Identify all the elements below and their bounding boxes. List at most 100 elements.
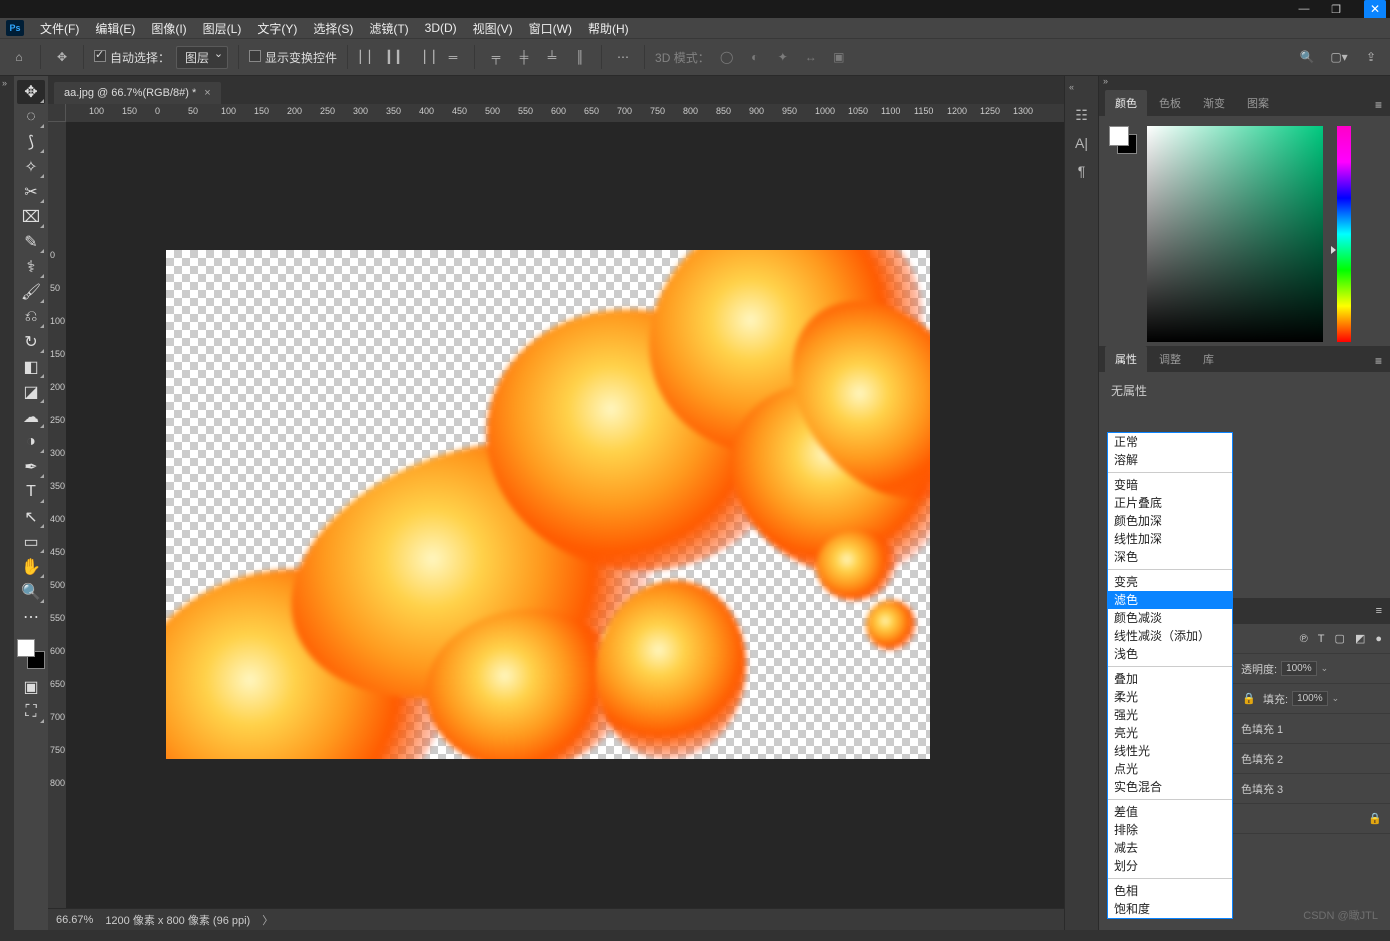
- align-top-icon[interactable]: ╤: [485, 46, 507, 68]
- align-bottom-icon[interactable]: ╧: [541, 46, 563, 68]
- align-vcenter-icon[interactable]: ╪: [513, 46, 535, 68]
- blend-mode-option[interactable]: 划分: [1108, 857, 1232, 875]
- hand-tool[interactable]: ✋: [17, 555, 45, 579]
- blend-mode-option[interactable]: 减去: [1108, 839, 1232, 857]
- filter-shape-icon[interactable]: ▢: [1335, 632, 1345, 645]
- filter-smart-icon[interactable]: ◩: [1355, 632, 1365, 645]
- blend-mode-option[interactable]: 色相: [1108, 882, 1232, 900]
- collapse-dock-icon[interactable]: «: [1069, 82, 1074, 92]
- blend-mode-option[interactable]: 柔光: [1108, 688, 1232, 706]
- eraser-tool[interactable]: ◧: [17, 355, 45, 379]
- blend-mode-option[interactable]: 变亮: [1108, 573, 1232, 591]
- blend-mode-option[interactable]: 正常: [1108, 433, 1232, 451]
- hue-slider[interactable]: [1337, 126, 1351, 342]
- blend-mode-option[interactable]: 差值: [1108, 803, 1232, 821]
- history-panel-icon[interactable]: ☷: [1072, 106, 1092, 124]
- move-tool-icon[interactable]: ✥: [51, 46, 73, 68]
- foreground-color[interactable]: [17, 639, 35, 657]
- clone-stamp-tool[interactable]: ⎌: [17, 305, 45, 329]
- frame-tool[interactable]: ⌧: [17, 205, 45, 229]
- magic-wand-tool[interactable]: ✧: [17, 155, 45, 179]
- screen-mode-tool[interactable]: ⛶: [17, 700, 45, 724]
- ruler-vertical[interactable]: 0501001502002503003504004505005506006507…: [48, 122, 66, 908]
- layer-row[interactable]: 色填充 1: [1233, 714, 1390, 744]
- tab-color[interactable]: 颜色: [1105, 90, 1147, 116]
- align-hcenter-icon[interactable]: ▎▎: [386, 46, 408, 68]
- layer-row[interactable]: 色填充 3: [1233, 774, 1390, 804]
- blend-mode-dropdown[interactable]: 正常溶解变暗正片叠底颜色加深线性加深深色变亮滤色颜色减淡线性减淡（添加）浅色叠加…: [1107, 432, 1233, 919]
- align-spread-icon[interactable]: ═: [442, 46, 464, 68]
- lock-all-icon[interactable]: 🔒: [1241, 692, 1257, 705]
- menu-file[interactable]: 文件(F): [32, 18, 87, 39]
- menu-filter[interactable]: 滤镜(T): [361, 18, 416, 39]
- auto-select-checkbox[interactable]: 自动选择：: [94, 49, 170, 66]
- blend-mode-option[interactable]: 溶解: [1108, 451, 1232, 469]
- path-select-tool[interactable]: ↖: [17, 505, 45, 529]
- panel-foreground-color[interactable]: [1109, 126, 1129, 146]
- menu-edit[interactable]: 编辑(E): [87, 18, 143, 39]
- blend-mode-option[interactable]: 饱和度: [1108, 900, 1232, 918]
- brush-tool[interactable]: 🖌: [17, 280, 45, 304]
- document-tab[interactable]: aa.jpg @ 66.7%(RGB/8#) * ×: [54, 82, 221, 104]
- menu-window[interactable]: 窗口(W): [521, 18, 580, 39]
- blend-mode-option[interactable]: 线性减淡（添加）: [1108, 627, 1232, 645]
- eyedropper-tool[interactable]: ✎: [17, 230, 45, 254]
- filter-text-icon[interactable]: T: [1318, 633, 1325, 645]
- close-tab-icon[interactable]: ×: [204, 87, 210, 99]
- marquee-tool[interactable]: ◌: [17, 105, 45, 129]
- expand-toolbar-icon[interactable]: »: [2, 78, 7, 88]
- filter-toggle-icon[interactable]: ●: [1375, 633, 1382, 645]
- ruler-horizontal[interactable]: 5010015005010015020025030035040045050055…: [66, 104, 1064, 122]
- window-maximize[interactable]: ❐: [1326, 2, 1346, 16]
- share-icon[interactable]: ⇪: [1360, 46, 1382, 68]
- swatch-swap[interactable]: [17, 634, 45, 674]
- tab-swatches[interactable]: 色板: [1149, 90, 1191, 116]
- distribute-icon[interactable]: ║: [569, 46, 591, 68]
- panel-menu-icon[interactable]: ≡: [1376, 605, 1382, 617]
- blur-tool[interactable]: ☁: [17, 405, 45, 429]
- document-canvas[interactable]: [166, 250, 930, 759]
- more-options-icon[interactable]: ⋯: [612, 46, 634, 68]
- search-icon[interactable]: 🔍: [1296, 46, 1318, 68]
- menu-view[interactable]: 视图(V): [465, 18, 521, 39]
- blend-mode-option[interactable]: 浅色: [1108, 645, 1232, 663]
- blend-mode-option[interactable]: 线性光: [1108, 742, 1232, 760]
- home-icon[interactable]: ⌂: [8, 46, 30, 68]
- zoom-tool[interactable]: 🔍: [17, 580, 45, 604]
- lasso-tool[interactable]: ⟆: [17, 130, 45, 154]
- auto-select-target[interactable]: 图层: [176, 46, 228, 69]
- status-more-icon[interactable]: 〉: [262, 912, 273, 928]
- blend-mode-option[interactable]: 实色混合: [1108, 778, 1232, 796]
- character-panel-icon[interactable]: A|: [1072, 134, 1092, 152]
- edit-toolbar[interactable]: ⋯: [17, 605, 45, 629]
- panel-menu-icon[interactable]: ≡: [1375, 354, 1382, 372]
- gradient-tool[interactable]: ◪: [17, 380, 45, 404]
- filter-type-icon[interactable]: ℗: [1300, 633, 1308, 645]
- blend-mode-option[interactable]: 变暗: [1108, 476, 1232, 494]
- menu-select[interactable]: 选择(S): [305, 18, 361, 39]
- window-close[interactable]: ✕: [1364, 0, 1386, 18]
- ruler-origin[interactable]: [48, 104, 66, 122]
- paragraph-panel-icon[interactable]: ¶: [1072, 162, 1092, 180]
- show-transform-checkbox[interactable]: 显示变换控件: [249, 49, 337, 66]
- workspace-switch-icon[interactable]: ▢▾: [1328, 46, 1350, 68]
- fill-value[interactable]: 100%: [1292, 691, 1328, 706]
- tab-gradient[interactable]: 渐变: [1193, 90, 1235, 116]
- canvas-area[interactable]: [66, 122, 1064, 908]
- tab-pattern[interactable]: 图案: [1237, 90, 1279, 116]
- align-left-icon[interactable]: ▏▏: [358, 46, 380, 68]
- layer-row[interactable]: 色填充 2: [1233, 744, 1390, 774]
- menu-layer[interactable]: 图层(L): [195, 18, 250, 39]
- blend-mode-option[interactable]: 强光: [1108, 706, 1232, 724]
- tab-libraries[interactable]: 库: [1193, 346, 1224, 372]
- window-minimize[interactable]: —: [1294, 2, 1314, 16]
- quick-mask-tool[interactable]: ▣: [17, 675, 45, 699]
- healing-brush-tool[interactable]: ⚕: [17, 255, 45, 279]
- blend-mode-option[interactable]: 深色: [1108, 548, 1232, 566]
- color-field[interactable]: [1147, 126, 1323, 342]
- history-brush-tool[interactable]: ↻: [17, 330, 45, 354]
- blend-mode-option[interactable]: 线性加深: [1108, 530, 1232, 548]
- panel-collapse-icon[interactable]: »: [1099, 76, 1390, 90]
- blend-mode-option[interactable]: 叠加: [1108, 670, 1232, 688]
- tab-adjustments[interactable]: 调整: [1149, 346, 1191, 372]
